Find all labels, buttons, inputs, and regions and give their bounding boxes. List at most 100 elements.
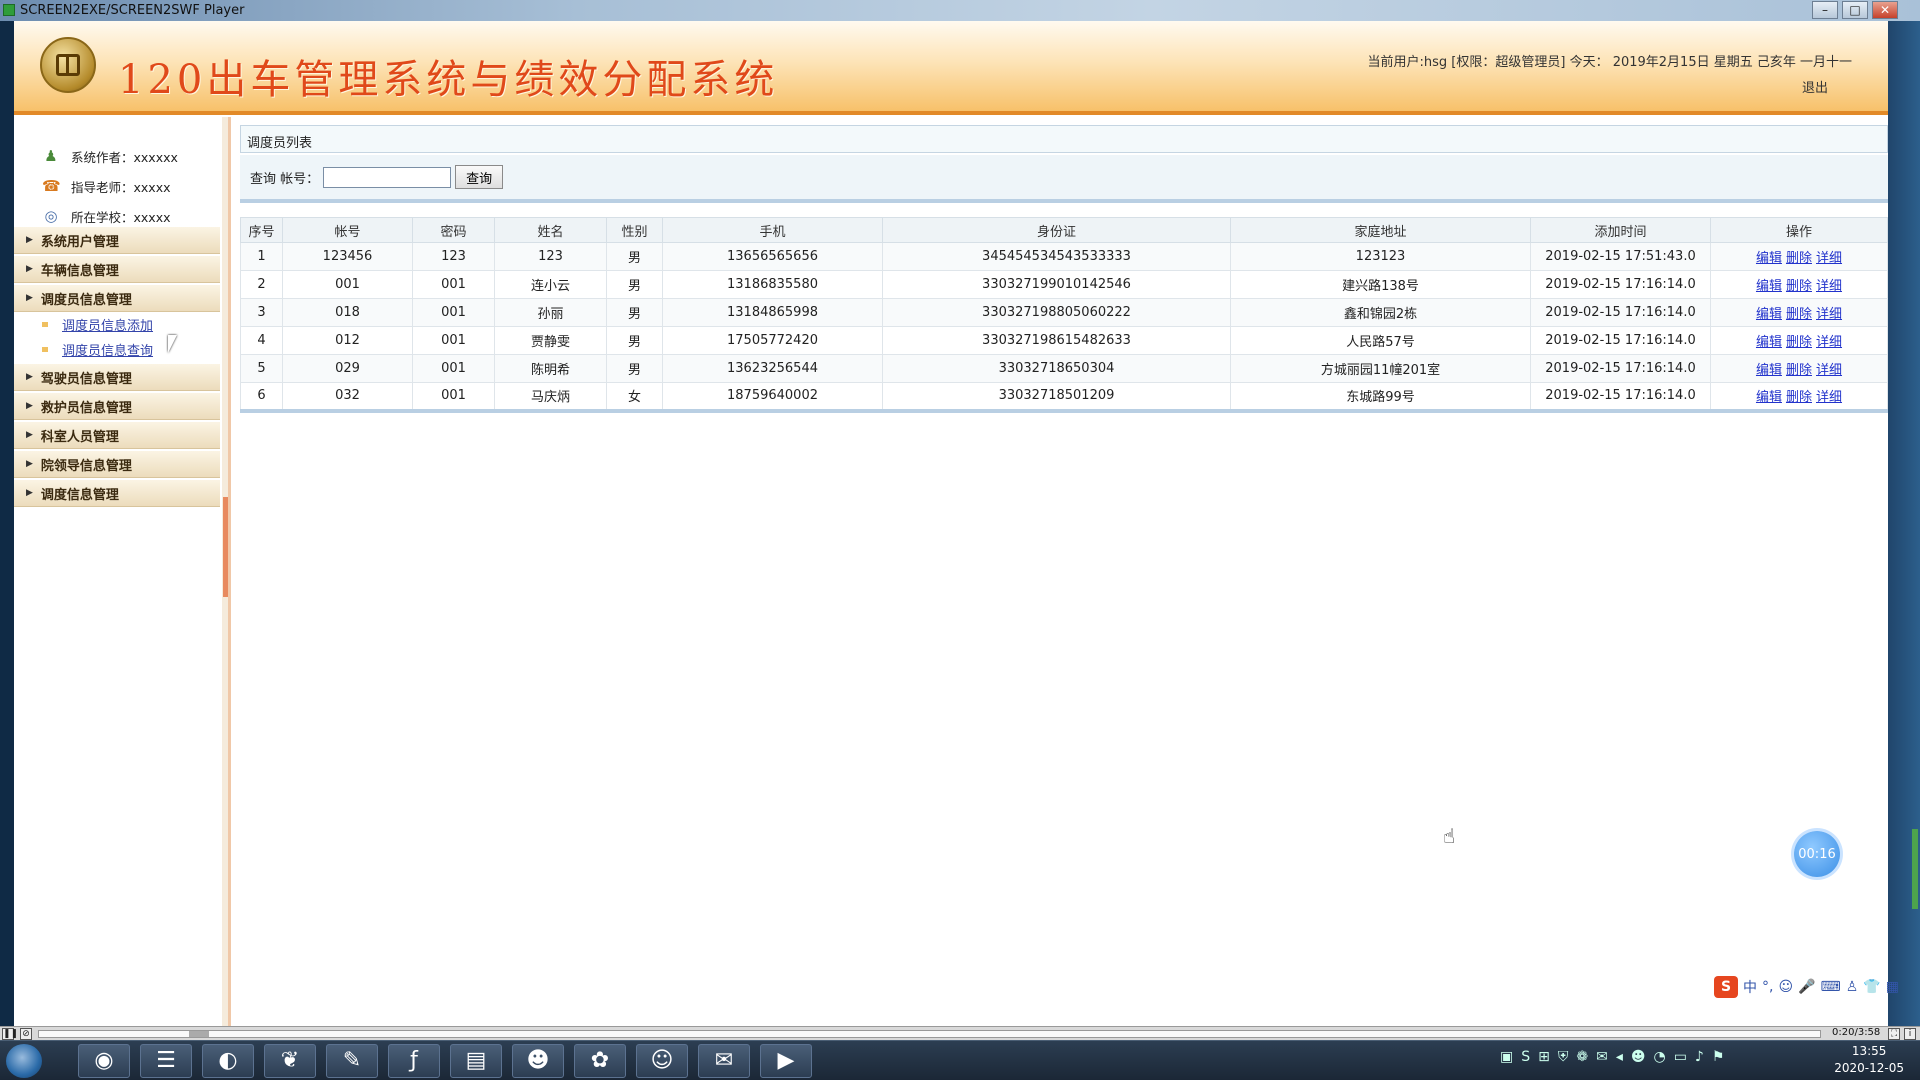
tray-flag-icon[interactable]: ⚑ <box>1712 1049 1725 1065</box>
detail-link[interactable]: 详细 <box>1816 307 1842 322</box>
menu-rescuers[interactable]: ▶ 救护员信息管理 <box>14 393 220 420</box>
punctuation-icon[interactable]: °, <box>1762 979 1773 995</box>
folder-icon[interactable]: ▤ <box>450 1044 502 1078</box>
delete-link[interactable]: 删除 <box>1786 335 1812 350</box>
delete-link[interactable]: 删除 <box>1786 307 1812 322</box>
splitter-handle[interactable] <box>223 497 228 597</box>
clock-time: 13:55 <box>1851 1044 1887 1058</box>
menu-vehicles[interactable]: ▶ 车辆信息管理 <box>14 256 220 283</box>
microphone-icon[interactable]: 🎤 <box>1798 979 1815 995</box>
skin-icon[interactable]: 👕 <box>1863 979 1880 995</box>
detail-link[interactable]: 详细 <box>1816 390 1842 405</box>
flash-icon[interactable]: ƒ <box>388 1044 440 1078</box>
tray-pc-icon[interactable]: ▣ <box>1500 1049 1513 1065</box>
minimize-icon[interactable]: – <box>1812 1 1838 19</box>
col-header: 操作 <box>1710 217 1888 243</box>
tray-wifi-icon[interactable]: ◔ <box>1653 1049 1665 1065</box>
keyboard-icon[interactable]: ⌨ <box>1821 979 1841 995</box>
stop-icon[interactable]: ⊘ <box>20 1028 32 1040</box>
system-title: 120出车管理系统与绩效分配系统 <box>118 57 779 103</box>
notes-icon[interactable]: ✎ <box>326 1044 378 1078</box>
browser-icon[interactable]: ◐ <box>202 1044 254 1078</box>
detail-link[interactable]: 详细 <box>1816 279 1842 294</box>
tray-network-icon[interactable]: ⊞ <box>1538 1049 1550 1065</box>
sidebar-splitter[interactable] <box>222 117 231 1026</box>
submenu-label[interactable]: 调度员信息查询 <box>62 340 153 359</box>
screen-recorder-icon[interactable]: ▶ <box>760 1044 812 1078</box>
edit-link[interactable]: 编辑 <box>1756 307 1782 322</box>
tray-sogou-icon[interactable]: S <box>1521 1049 1530 1065</box>
breadcrumb: 调度员列表 <box>240 125 1888 153</box>
detail-link[interactable]: 详细 <box>1816 335 1842 350</box>
tray-qq-icon[interactable]: ☻ <box>1631 1049 1646 1065</box>
tray-arrow-icon[interactable]: ◂ <box>1616 1049 1623 1065</box>
edit-link[interactable]: 编辑 <box>1756 363 1782 378</box>
table-cell: 贾静雯 <box>494 326 607 355</box>
tray-flower-icon[interactable]: ❁ <box>1576 1049 1588 1065</box>
account-search-input[interactable] <box>323 166 452 188</box>
table-cell: 2019-02-15 17:16:14.0 <box>1530 382 1711 411</box>
delete-link[interactable]: 删除 <box>1786 363 1812 378</box>
ime-toolbar[interactable]: S 中 °, ☺ 🎤 ⌨ ♙ 👕 ▦ <box>1714 974 1899 1000</box>
submenu-label[interactable]: 调度员信息添加 <box>62 315 153 334</box>
recording-timer[interactable]: 00:16 <box>1794 831 1840 877</box>
avatar-app-icon[interactable]: ☺ <box>636 1044 688 1078</box>
seek-knob[interactable] <box>189 1031 209 1037</box>
fullscreen-icon[interactable]: ⛶ <box>1888 1028 1900 1040</box>
menu-system-users[interactable]: ▶ 系统用户管理 <box>14 227 220 254</box>
maximize-icon[interactable]: □ <box>1842 1 1868 19</box>
window-right-edge <box>1888 21 1920 1026</box>
tray-wechat-icon[interactable]: ✉ <box>1596 1049 1608 1065</box>
menu-dispatchers[interactable]: ▶ 调度员信息管理 <box>14 285 220 312</box>
start-button[interactable] <box>6 1044 42 1078</box>
menu-dispatch-info[interactable]: ▶ 调度信息管理 <box>14 480 220 507</box>
edit-link[interactable]: 编辑 <box>1756 335 1782 350</box>
submenu-dispatcher-query[interactable]: 调度员信息查询 <box>42 337 153 361</box>
tray-volume-icon[interactable]: ♪ <box>1695 1049 1704 1065</box>
delete-link[interactable]: 删除 <box>1786 390 1812 405</box>
table-row: 4 012 001 贾静雯男 17505772420 330327198615482633… <box>240 326 1888 355</box>
info-icon[interactable]: i <box>1904 1028 1916 1040</box>
chrome-icon[interactable]: ◉ <box>78 1044 130 1078</box>
sogou-icon[interactable]: S <box>1714 976 1738 998</box>
table-cell: 123 <box>494 242 607 271</box>
clock[interactable]: 13:55 2020-12-05 <box>1834 1043 1904 1077</box>
close-icon[interactable]: ✕ <box>1872 1 1898 19</box>
search-button[interactable]: 查询 <box>455 165 504 189</box>
emoji-icon[interactable]: ☺ <box>1778 979 1793 995</box>
edit-link[interactable]: 编辑 <box>1756 390 1782 405</box>
menu-department-staff[interactable]: ▶ 科室人员管理 <box>14 422 220 449</box>
tray-shield-icon[interactable]: ⛨ <box>1558 1049 1569 1065</box>
window-left-edge <box>0 21 14 1026</box>
qq-icon[interactable]: ☻ <box>512 1044 564 1078</box>
side-tab[interactable] <box>1912 829 1918 909</box>
table-cell: 001 <box>412 298 495 327</box>
detail-link[interactable]: 详细 <box>1816 363 1842 378</box>
menu-hospital-leaders[interactable]: ▶ 院领导信息管理 <box>14 451 220 478</box>
tray-battery-icon[interactable]: ▭ <box>1674 1049 1687 1065</box>
edit-link[interactable]: 编辑 <box>1756 279 1782 294</box>
leaf-icon[interactable]: ❦ <box>264 1044 316 1078</box>
table-cell: 2019-02-15 17:51:43.0 <box>1530 242 1711 271</box>
player-controls: ❚❚ ⊘ 0:20/3:58 ⛶ i <box>0 1026 1920 1040</box>
baidu-icon[interactable]: ✿ <box>574 1044 626 1078</box>
ime-mode[interactable]: 中 <box>1743 977 1757 997</box>
submenu-dispatcher-add[interactable]: 调度员信息添加 <box>42 312 153 336</box>
delete-link[interactable]: 删除 <box>1786 251 1812 266</box>
grid-icon[interactable]: ▦ <box>1886 979 1899 995</box>
table-body: 1 123456 123 123 男 13656565656 345454534543533… <box>240 242 1888 411</box>
delete-link[interactable]: 删除 <box>1786 279 1812 294</box>
pause-icon[interactable]: ❚❚ <box>2 1028 18 1040</box>
menu-drivers[interactable]: ▶ 驾驶员信息管理 <box>14 364 220 391</box>
eclipse-icon[interactable]: ☰ <box>140 1044 192 1078</box>
detail-link[interactable]: 详细 <box>1816 251 1842 266</box>
edit-link[interactable]: 编辑 <box>1756 251 1782 266</box>
table-row: 1 123456 123 123 男 13656565656 345454534543533… <box>240 242 1888 271</box>
logout-link[interactable]: 退出 <box>1802 77 1828 96</box>
window-titlebar: SCREEN2EXE/SCREEN2SWF Player – □ ✕ <box>0 0 1920 21</box>
table-cell: 2019-02-15 17:16:14.0 <box>1530 326 1711 355</box>
wechat-icon[interactable]: ✉ <box>698 1044 750 1078</box>
seek-bar[interactable] <box>38 1030 1821 1038</box>
table-cell: 018 <box>282 298 413 327</box>
user-icon[interactable]: ♙ <box>1846 979 1859 995</box>
